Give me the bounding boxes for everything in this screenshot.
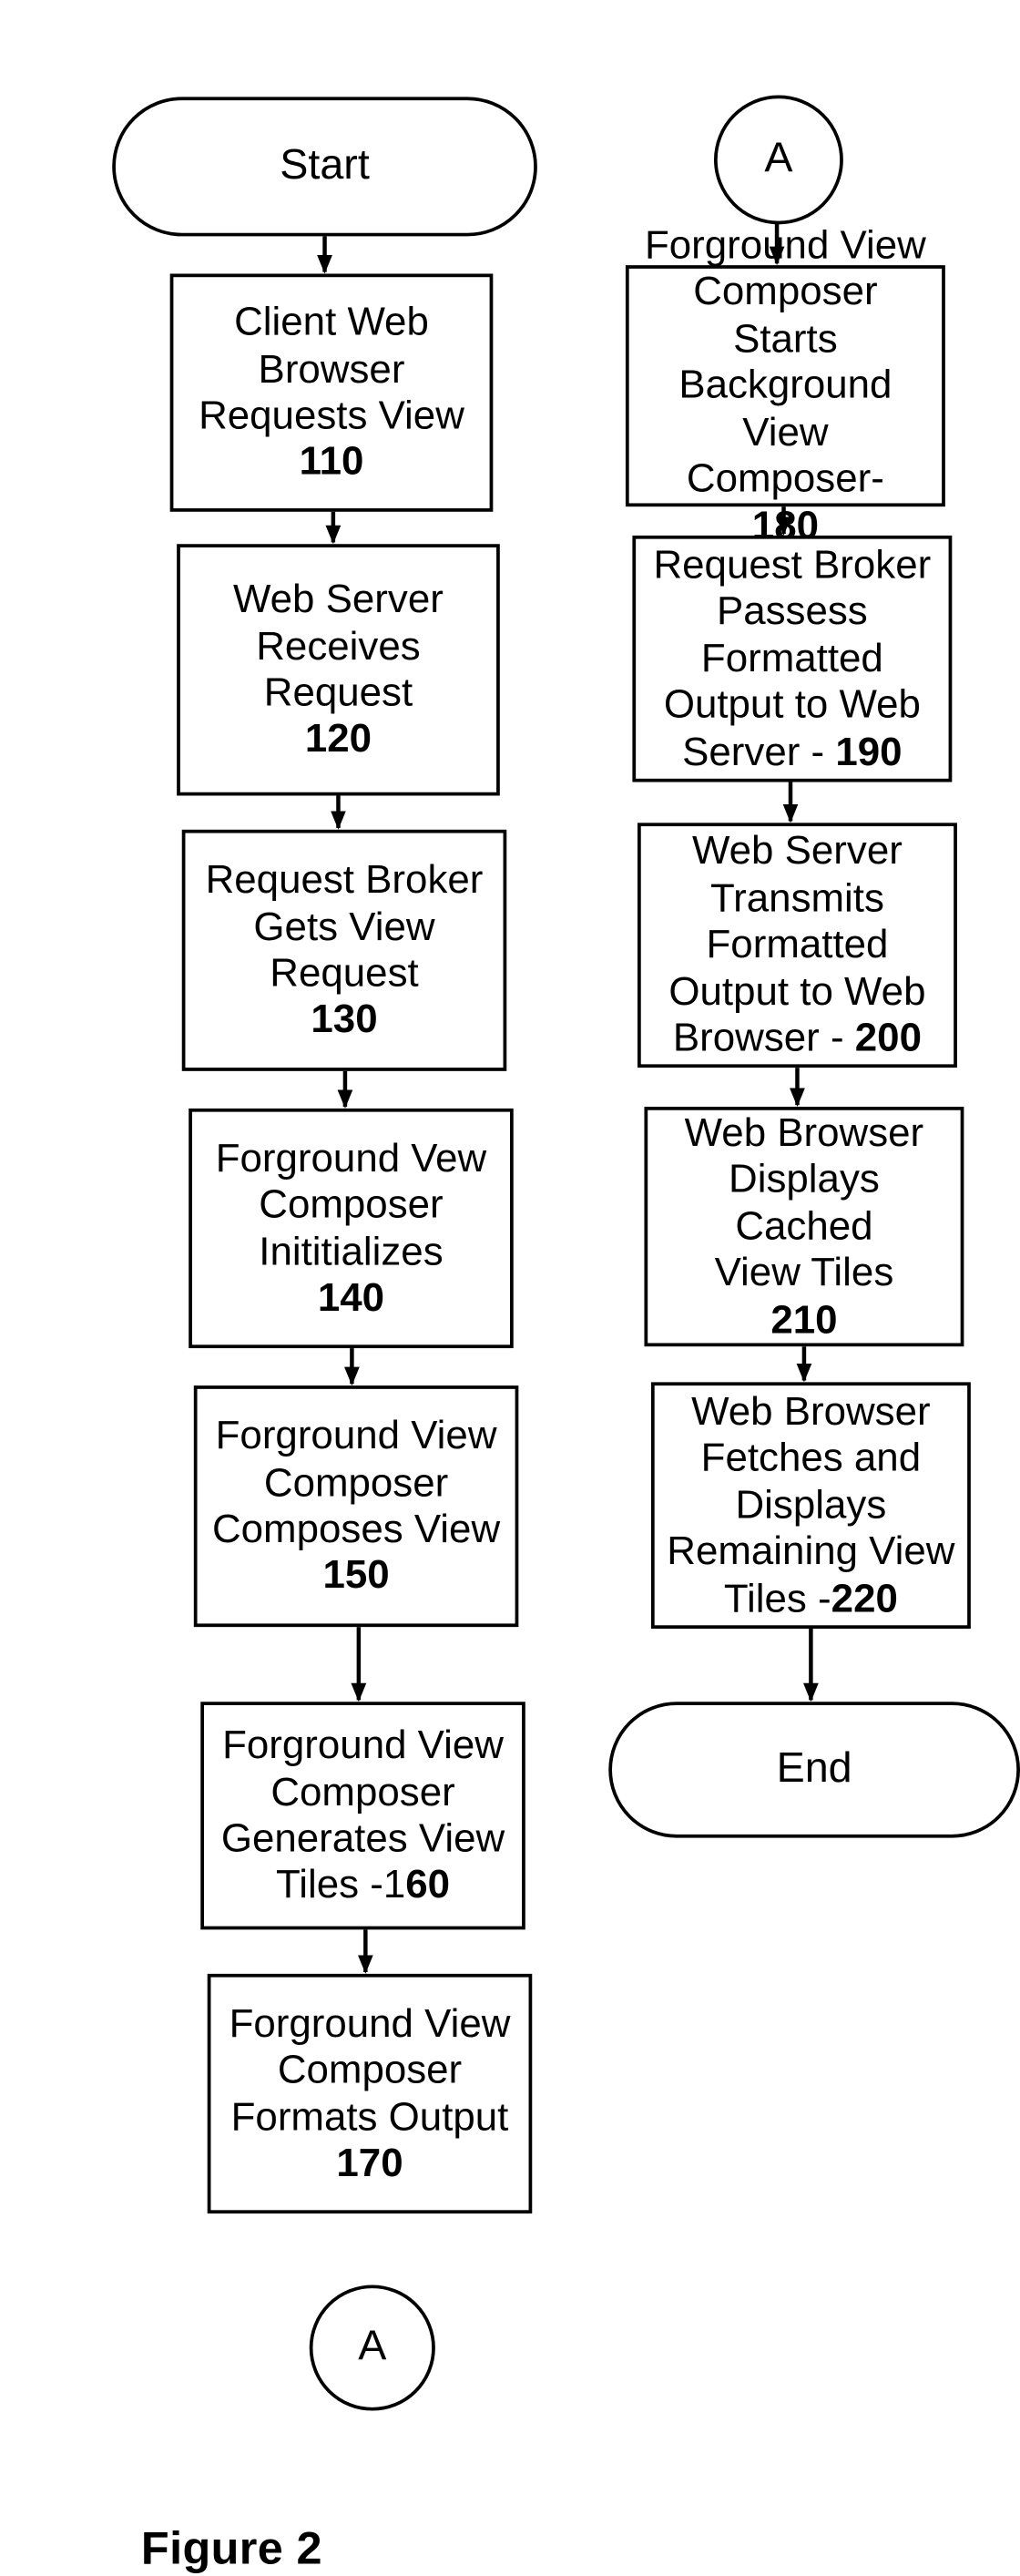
process-210[interactable]: Web Browser Displays Cached View Tiles 2… <box>644 1107 964 1347</box>
process-220-label: Web Browser Fetches and Displays Remaini… <box>667 1388 955 1620</box>
process-160-label: Forground View Composer Generates View T… <box>220 1722 505 1907</box>
process-120[interactable]: Web Server Receives Request 120 <box>177 544 500 796</box>
process-120-ref: 120 <box>304 716 372 762</box>
process-150-ref: 150 <box>322 1552 390 1598</box>
process-210-ref: 210 <box>770 1296 838 1342</box>
process-200-ref: 200 <box>854 1015 922 1060</box>
process-190-ref: 190 <box>835 729 903 773</box>
process-180-label: Forground View Composer Starts Backgroun… <box>644 222 926 547</box>
process-140[interactable]: Forground Vew Composer Inititializes 140 <box>189 1108 514 1349</box>
connector-a-in-label: A <box>764 135 793 183</box>
connector-a-out[interactable]: A <box>309 2285 435 2411</box>
terminator-start-label: Start <box>280 141 370 189</box>
process-200-label: Web Server Transmits Formatted Output to… <box>668 828 926 1060</box>
figure-sheet: Start Client Web Browser Requests View 1… <box>0 0 1020 2574</box>
process-160-ref-prefix: Tiles -1 <box>276 1862 406 1907</box>
process-150-label: Forground View Composer Composes View 15… <box>211 1413 501 1598</box>
process-110-ref: 110 <box>299 439 364 484</box>
process-190-label: Request Broker Passess Formatted Output … <box>653 542 932 773</box>
connector-a-out-label: A <box>358 2323 387 2371</box>
terminator-start[interactable]: Start <box>112 97 537 237</box>
process-220[interactable]: Web Browser Fetches and Displays Remaini… <box>650 1382 971 1630</box>
process-160-ref: 60 <box>405 1862 451 1907</box>
terminator-end-label: End <box>776 1744 852 1793</box>
process-130[interactable]: Request Broker Gets View Request 130 <box>181 829 507 1071</box>
process-130-label: Request Broker Gets View Request 130 <box>205 856 484 1042</box>
process-110-label: Client Web Browser Requests View 110 <box>199 299 464 484</box>
process-220-ref-prefix: Tiles - <box>723 1575 831 1620</box>
process-130-ref: 130 <box>311 997 378 1042</box>
process-170[interactable]: Forground View Composer Formats Output 1… <box>207 1973 533 2214</box>
process-200-ref-prefix: Browser - <box>672 1015 855 1060</box>
figure-caption: Figure 2 <box>140 2522 322 2574</box>
terminator-end[interactable]: End <box>608 1702 1020 1838</box>
process-190[interactable]: Request Broker Passess Formatted Output … <box>632 535 953 782</box>
process-180[interactable]: Forground View Composer Starts Backgroun… <box>625 222 945 547</box>
process-140-label: Forground Vew Composer Inititializes 140 <box>215 1134 487 1320</box>
process-190-ref-prefix: Server - <box>682 729 836 773</box>
process-160[interactable]: Forground View Composer Generates View T… <box>200 1702 525 1930</box>
process-170-label: Forground View Composer Formats Output 1… <box>229 1999 511 2185</box>
process-170-ref: 170 <box>336 2140 403 2185</box>
process-220-ref: 220 <box>831 1575 898 1620</box>
process-200[interactable]: Web Server Transmits Formatted Output to… <box>638 823 957 1068</box>
process-210-label: Web Browser Displays Cached View Tiles 2… <box>684 1109 924 1342</box>
process-110[interactable]: Client Web Browser Requests View 110 <box>169 273 494 512</box>
process-140-ref: 140 <box>317 1274 385 1320</box>
process-150[interactable]: Forground View Composer Composes View 15… <box>193 1385 519 1628</box>
connector-a-in[interactable]: A <box>714 95 843 225</box>
process-120-label: Web Server Receives Request 120 <box>233 576 444 762</box>
